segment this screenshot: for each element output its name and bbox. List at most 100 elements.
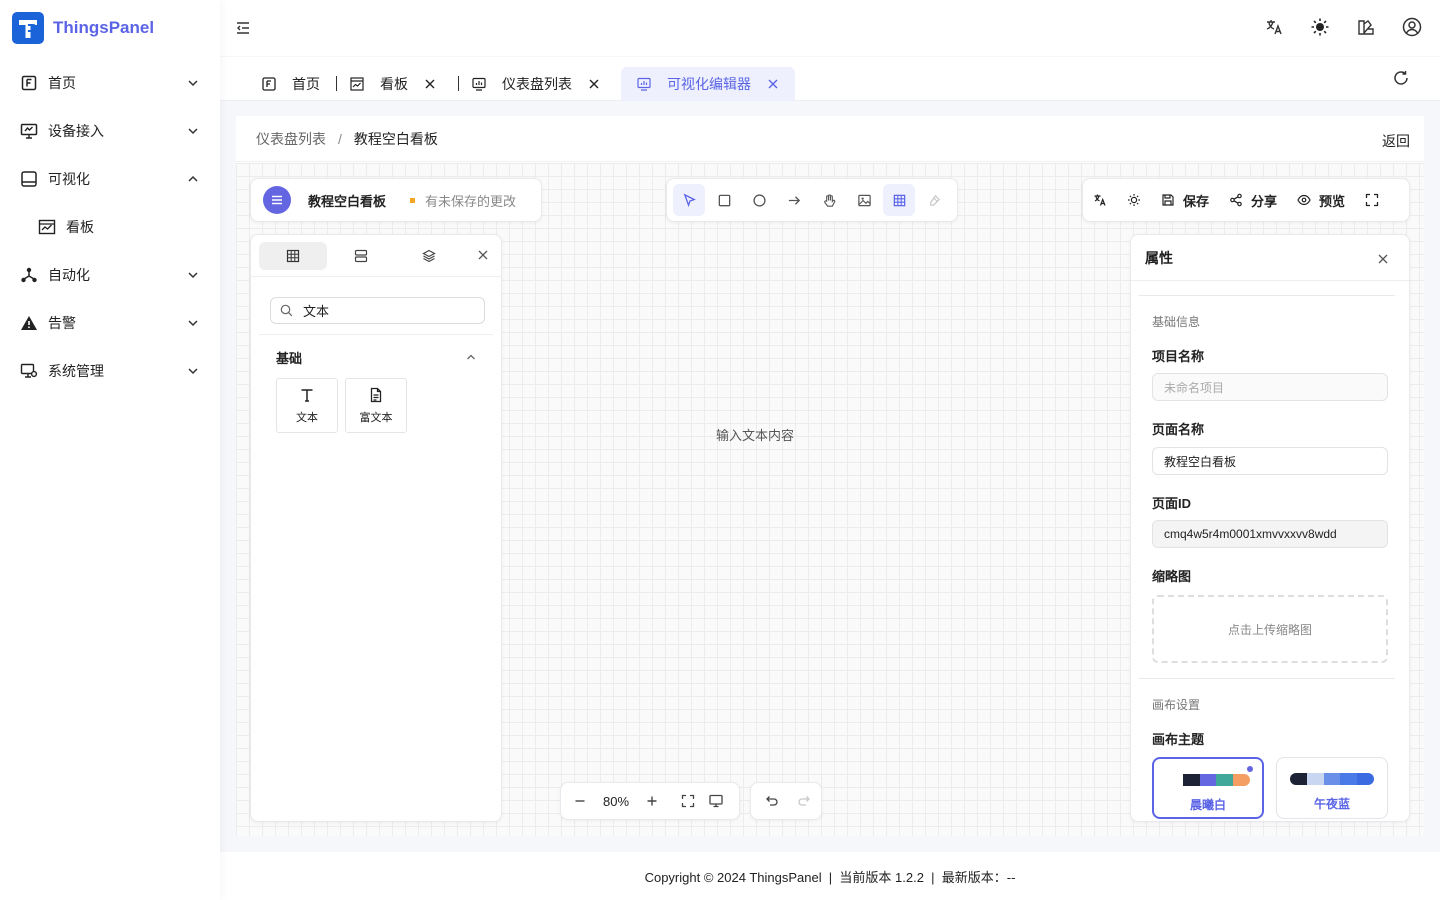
theme-toggle-button[interactable]	[1127, 193, 1141, 207]
collapse-menu-icon[interactable]	[234, 19, 252, 37]
chevron-down-icon	[186, 364, 200, 378]
theme-swatch	[1166, 774, 1250, 786]
menu-button[interactable]	[263, 186, 291, 214]
dashboard-icon	[38, 218, 56, 236]
thumbnail-upload[interactable]: 点击上传缩略图	[1152, 595, 1388, 663]
share-label: 分享	[1251, 193, 1278, 209]
theme-swatch	[1290, 773, 1374, 785]
refresh-icon[interactable]	[1392, 69, 1410, 87]
translate-icon	[1093, 193, 1107, 207]
arrow-tool[interactable]	[778, 184, 810, 216]
component-label: 文本	[296, 411, 318, 424]
close-icon[interactable]	[424, 78, 436, 90]
close-icon[interactable]	[588, 78, 600, 90]
unsaved-text: 有未保存的更改	[425, 193, 517, 209]
page-id-field[interactable]: cmq4w5r4m0001xmvvxxvv8wdd	[1152, 520, 1388, 548]
selected-indicator	[1247, 766, 1253, 772]
project-name-input[interactable]: 未命名项目	[1152, 373, 1388, 401]
sidebar-item-visualization[interactable]: 可视化	[0, 155, 220, 203]
component-panel: 文本 基础 文本 富文本	[250, 234, 502, 822]
close-icon[interactable]	[477, 249, 489, 261]
section-basic-info: 基础信息	[1152, 315, 1201, 329]
tab-pages[interactable]	[327, 242, 395, 270]
chevron-up-icon[interactable]	[465, 351, 477, 363]
theme-palette-icon[interactable]	[1356, 17, 1376, 37]
breadcrumb: 仪表盘列表 / 教程空白看板	[236, 116, 1424, 162]
tab-kanban[interactable]: 看板	[350, 67, 436, 101]
select-tool[interactable]	[673, 184, 705, 216]
sidebar-item-alarm[interactable]: 告警	[0, 299, 220, 347]
sidebar-item-system[interactable]: 系统管理	[0, 347, 220, 395]
theme-option-morning-white[interactable]: 晨曦白	[1152, 757, 1264, 819]
canvas-text-element[interactable]: 输入文本内容	[716, 425, 794, 444]
logo[interactable]: ThingsPanel	[0, 0, 220, 56]
share-icon	[1229, 193, 1243, 207]
component-search-input[interactable]: 文本	[270, 297, 485, 324]
sun-icon[interactable]	[1310, 17, 1330, 37]
close-icon[interactable]	[767, 78, 779, 90]
save-button[interactable]: 保存	[1161, 191, 1209, 210]
breadcrumb-current: 教程空白看板	[353, 130, 438, 147]
sidebar-item-automation[interactable]: 自动化	[0, 251, 220, 299]
user-avatar-icon[interactable]	[1402, 17, 1422, 37]
canvas-theme-label: 画布主题	[1152, 732, 1205, 747]
theme-option-midnight-blue[interactable]: 午夜蓝	[1276, 757, 1388, 819]
chevron-down-icon	[186, 124, 200, 138]
fit-screen-icon[interactable]	[681, 794, 695, 808]
sidebar-item-kanban[interactable]: 看板	[0, 203, 220, 251]
home-icon	[20, 74, 38, 92]
translate-button[interactable]	[1093, 193, 1107, 207]
sidebar-item-label: 可视化	[48, 171, 90, 187]
main-content: 仪表盘列表 / 教程空白看板 返回 教程空白看板 有未保存的更改 保存 分享 预…	[236, 116, 1424, 836]
tab-dashboard-list[interactable]: 仪表盘列表	[472, 67, 600, 101]
tab-components[interactable]	[259, 241, 327, 270]
save-label: 保存	[1183, 193, 1210, 209]
section-basic-title[interactable]: 基础	[276, 348, 302, 367]
undo-icon[interactable]	[765, 794, 779, 808]
share-button[interactable]: 分享	[1229, 191, 1277, 210]
fullscreen-button[interactable]	[1365, 193, 1379, 207]
sidebar-item-label: 设备接入	[48, 123, 104, 139]
document-title: 教程空白看板	[308, 193, 387, 209]
circle-tool[interactable]	[743, 184, 775, 216]
tab-visual-editor[interactable]: 可视化编辑器	[621, 67, 795, 101]
translate-icon[interactable]	[1264, 17, 1284, 37]
close-icon[interactable]	[1377, 253, 1389, 265]
zoom-level: 80%	[603, 793, 630, 809]
preview-button[interactable]: 预览	[1297, 191, 1345, 210]
tab-divider	[458, 76, 459, 91]
zoom-in-icon[interactable]	[645, 794, 659, 808]
page-name-input[interactable]: 教程空白看板	[1152, 447, 1388, 475]
breadcrumb-parent[interactable]: 仪表盘列表	[256, 129, 326, 149]
monitor-icon	[20, 122, 38, 140]
unsaved-indicator: 有未保存的更改	[410, 191, 516, 210]
tab-home[interactable]: 首页	[262, 67, 320, 101]
component-text[interactable]: 文本	[276, 378, 338, 433]
theme-name: 晨曦白	[1189, 798, 1226, 812]
component-rich-text[interactable]: 富文本	[345, 378, 407, 433]
editor-canvas[interactable]: 教程空白看板 有未保存的更改 保存 分享 预览 文本 基础 文本 富文本 输入文…	[236, 163, 1424, 836]
grid-tool[interactable]	[883, 184, 915, 216]
redo-icon[interactable]	[797, 794, 811, 808]
hand-tool[interactable]	[813, 184, 845, 216]
zoom-out-icon[interactable]	[573, 794, 587, 808]
sidebar-item-home[interactable]: 首页	[0, 59, 220, 107]
back-link[interactable]: 返回	[1382, 131, 1410, 151]
section-canvas-settings: 画布设置	[1152, 698, 1201, 712]
image-tool[interactable]	[848, 184, 880, 216]
desktop-view-icon[interactable]	[709, 794, 723, 808]
logo-icon	[12, 12, 44, 44]
tab-label: 首页	[292, 76, 320, 92]
monitor-chart-icon	[637, 77, 651, 91]
theme-name: 午夜蓝	[1313, 797, 1350, 811]
tab-layers[interactable]	[395, 242, 463, 270]
rectangle-tool[interactable]	[708, 184, 740, 216]
sidebar-item-device-access[interactable]: 设备接入	[0, 107, 220, 155]
clear-tool[interactable]	[918, 184, 950, 216]
tab-bar: 首页 看板 仪表盘列表 可视化编辑器	[220, 57, 1440, 101]
component-label: 富文本	[359, 411, 393, 424]
flow-icon	[20, 266, 38, 284]
tab-label: 看板	[380, 76, 408, 92]
search-value: 文本	[303, 304, 330, 319]
divider	[1139, 678, 1395, 679]
